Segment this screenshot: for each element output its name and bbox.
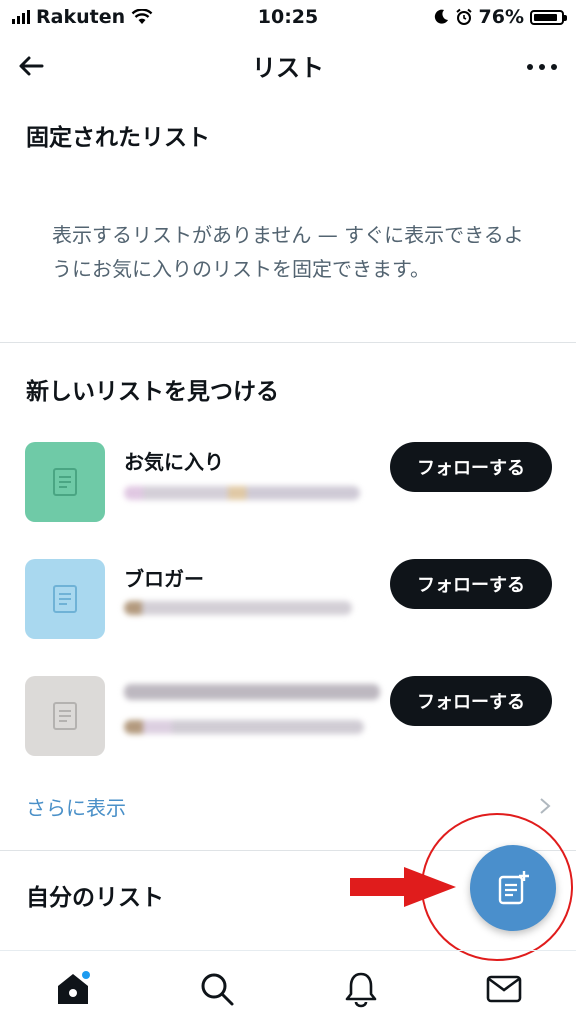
list-doc-icon — [53, 468, 77, 496]
bottom-tab-bar — [0, 950, 576, 1025]
list-doc-icon — [53, 585, 77, 613]
moon-icon — [434, 9, 448, 24]
follow-button[interactable]: フォローする — [390, 676, 552, 726]
show-more-link[interactable]: さらに表示 — [26, 792, 126, 821]
list-name: ブロガー — [124, 567, 204, 591]
list-owner-blurred — [124, 486, 360, 500]
chevron-right-icon[interactable] — [538, 796, 552, 816]
alarm-icon — [455, 8, 472, 25]
page-title: リスト — [252, 54, 324, 82]
create-list-button[interactable] — [470, 845, 556, 931]
battery-icon — [530, 9, 567, 25]
pinned-lists-heading: 固定されたリスト — [26, 125, 210, 151]
list-owner-blurred — [124, 720, 364, 734]
list-thumbnail — [25, 442, 105, 522]
status-right: 76% — [433, 6, 567, 28]
more-dots-icon[interactable] — [524, 52, 560, 82]
search-icon[interactable] — [197, 969, 237, 1009]
status-bar: Rakuten 10:25 76% — [0, 0, 576, 34]
new-list-icon — [498, 871, 529, 905]
pinned-empty-message: 表示するリストがありません — すぐに表示できるようにお気に入りのリストを固定で… — [52, 223, 524, 281]
list-doc-icon — [53, 702, 77, 730]
list-thumbnail — [25, 559, 105, 639]
list-item-blurred[interactable]: フォローする — [0, 676, 576, 772]
list-owner-blurred — [124, 601, 352, 615]
my-lists-heading: 自分のリスト — [26, 885, 164, 911]
list-name-blurred — [124, 684, 380, 700]
discover-lists-heading: 新しいリストを見つける — [26, 379, 279, 405]
home-icon[interactable] — [53, 969, 93, 1009]
follow-button[interactable]: フォローする — [390, 442, 552, 492]
list-item-bloggers[interactable]: ブロガー フォローする — [0, 559, 576, 655]
list-item-favorites[interactable]: お気に入り フォローする — [0, 442, 576, 538]
bell-icon[interactable] — [341, 969, 381, 1009]
battery-percent: 76% — [478, 6, 524, 28]
top-app-bar: リスト — [0, 34, 576, 96]
follow-button[interactable]: フォローする — [390, 559, 552, 609]
section-divider — [0, 342, 576, 343]
mail-icon[interactable] — [484, 969, 524, 1009]
list-name: お気に入り — [124, 450, 224, 474]
list-thumbnail — [25, 676, 105, 756]
